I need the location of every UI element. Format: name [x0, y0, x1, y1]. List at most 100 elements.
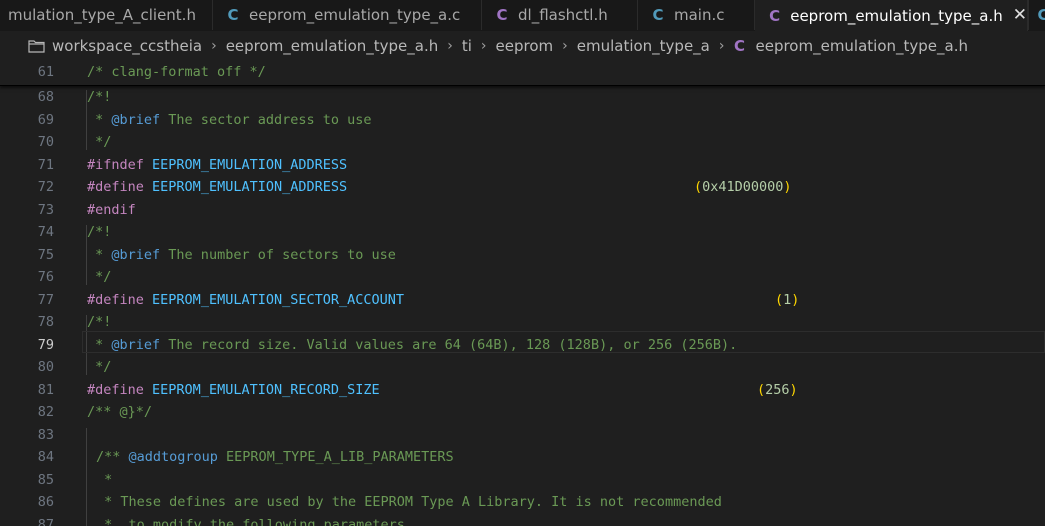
tab-eeprom-emulation-type-a-c[interactable]: C eeprom_emulation_type_a.c — [213, 0, 482, 30]
breadcrumb-item-file-root[interactable]: eeprom_emulation_type_a.h — [226, 37, 439, 55]
line-number: 70 — [37, 134, 54, 150]
code-line-68[interactable]: 68 /*! — [0, 85, 1045, 108]
line-number: 82 — [37, 404, 54, 420]
code-line-85[interactable]: 85 * — [0, 468, 1045, 491]
breadcrumb-item-ti[interactable]: ti — [462, 37, 472, 55]
doc-tag: @addtogroup — [128, 449, 218, 465]
tab-emulation-type-a-client-h[interactable]: mulation_type_A_client.h — [0, 0, 213, 30]
comment-text: /** @}*/ — [87, 404, 153, 420]
code-line-72[interactable]: 72 #define EEPROM_EMULATION_ADDRESS (0x4… — [0, 175, 1045, 198]
code-content: #define EEPROM_EMULATION_ADDRESS — [87, 179, 347, 195]
tab-dl-flashctl-h[interactable]: C dl_flashctl.h — [482, 0, 638, 30]
code-line-71[interactable]: 71 #ifndef EEPROM_EMULATION_ADDRESS — [0, 153, 1045, 176]
doc-tag: @brief — [111, 246, 161, 263]
c-header-icon: C — [496, 6, 508, 24]
code-editor[interactable]: 61 /* clang-format off */ 68 /*! 69 * @b… — [0, 61, 1045, 526]
tab-main-c[interactable]: C main.c — [638, 0, 755, 30]
line-number: 72 — [37, 179, 54, 195]
line-number: 76 — [37, 269, 54, 285]
macro-name: EEPROM_EMULATION_ADDRESS — [152, 156, 348, 173]
breadcrumb: workspace_ccstheia › eeprom_emulation_ty… — [0, 31, 1045, 61]
code-line-78[interactable]: 78 /*! — [0, 310, 1045, 333]
line-number: 75 — [37, 246, 54, 263]
line-number: 77 — [37, 291, 54, 308]
directive: #define — [87, 179, 144, 195]
line-number: 81 — [37, 381, 54, 398]
code-line-76[interactable]: 76 */ — [0, 265, 1045, 288]
comment-text: The record size. Valid values are 64 (64… — [160, 336, 738, 353]
comment-text: /*! — [87, 89, 112, 105]
c-file-icon: C — [652, 6, 664, 24]
c-header-icon: C — [769, 6, 781, 25]
code-line-75[interactable]: 75 * @brief The number of sectors to use — [0, 243, 1045, 266]
folder-icon — [28, 40, 45, 53]
line-number: 61 — [37, 64, 54, 80]
tab-eeprom-emulation-type-a-h[interactable]: C eeprom_emulation_type_a.h ✕ — [755, 0, 1028, 31]
comment-text: * to modify the following parameters — [96, 516, 405, 526]
sticky-scroll-line[interactable]: 61 /* clang-format off */ — [0, 61, 1045, 86]
code-line-69[interactable]: 69 * @brief The sector address to use — [0, 108, 1045, 131]
close-icon[interactable]: ✕ — [1013, 7, 1027, 24]
breadcrumb-item-file[interactable]: eeprom_emulation_type_a.h — [755, 37, 968, 55]
code-line-86[interactable]: 86 * These defines are used by the EEPRO… — [0, 490, 1045, 513]
line-number: 68 — [37, 89, 54, 105]
code-content: * @brief The record size. Valid values a… — [87, 337, 737, 353]
code-content: /** @addtogroup EEPROM_TYPE_A_LIB_PARAME… — [96, 449, 454, 465]
c-header-icon: C — [733, 37, 745, 55]
code-line-84[interactable]: 84 /** @addtogroup EEPROM_TYPE_A_LIB_PAR… — [0, 445, 1045, 468]
c-file-icon: C — [1037, 6, 1045, 24]
comment-text: /*! — [87, 224, 112, 240]
code-content: * @brief The sector address to use — [87, 111, 372, 128]
code-content: #define EEPROM_EMULATION_RECORD_SIZE — [87, 382, 380, 398]
code-line-82[interactable]: 82 /** @}*/ — [0, 400, 1045, 423]
macro-name: EEPROM_EMULATION_RECORD_SIZE — [152, 381, 380, 398]
breadcrumb-item-eeprom[interactable]: eeprom — [496, 37, 554, 55]
line-number: 87 — [37, 516, 54, 526]
comment-text: The sector address to use — [160, 111, 372, 128]
code-line: /* clang-format off */ — [87, 64, 266, 80]
line-number: 73 — [37, 201, 54, 218]
comment-text: */ — [87, 269, 112, 285]
code-line-81[interactable]: 81 #define EEPROM_EMULATION_RECORD_SIZE … — [0, 378, 1045, 401]
comment-text: * — [87, 111, 112, 128]
chevron-right-icon: › — [562, 38, 568, 54]
line-number: 86 — [37, 494, 54, 510]
chevron-right-icon: › — [480, 38, 487, 54]
breadcrumb-item-workspace[interactable]: workspace_ccstheia — [52, 37, 202, 55]
number-literal: 256 — [765, 381, 790, 398]
comment-text: /** — [96, 449, 129, 465]
code-line-70[interactable]: 70 */ — [0, 130, 1045, 153]
code-content: #ifndef EEPROM_EMULATION_ADDRESS — [87, 157, 347, 173]
c-file-icon: C — [227, 6, 239, 24]
code-content: #define EEPROM_EMULATION_SECTOR_ACCOUNT — [87, 292, 404, 308]
macro-name: EEPROM_EMULATION_ADDRESS — [152, 179, 348, 195]
number-literal: 0x41D00000 — [702, 179, 784, 195]
line-number: 74 — [37, 224, 54, 240]
breadcrumb-item-emulation-type-a[interactable]: emulation_type_a — [577, 37, 710, 55]
code-line-74[interactable]: 74 /*! — [0, 220, 1045, 243]
code-line-87[interactable]: 87 * to modify the following parameters — [0, 513, 1045, 526]
comment-text: EEPROM_TYPE_A_LIB_PARAMETERS — [217, 449, 454, 465]
directive: #ifndef — [87, 156, 144, 173]
line-number: 79 — [37, 336, 54, 353]
line-number: 83 — [37, 426, 54, 443]
tab-label: eeprom_emulation_type_a.h — [790, 6, 1003, 25]
comment-text: * — [96, 471, 113, 488]
code-line-73[interactable]: 73 #endif — [0, 198, 1045, 221]
tab-overflow-partial[interactable]: C — [1028, 0, 1045, 30]
code-line-79[interactable]: 79 * @brief The record size. Valid value… — [0, 333, 1045, 356]
comment-text: /*! — [87, 314, 112, 330]
line-number: 71 — [37, 156, 54, 173]
code-line-80[interactable]: 80 */ — [0, 355, 1045, 378]
code-line-83[interactable]: 83 — [0, 423, 1045, 446]
comment-text: */ — [87, 359, 112, 375]
tab-label: main.c — [674, 6, 725, 24]
code-line-77[interactable]: 77 #define EEPROM_EMULATION_SECTOR_ACCOU… — [0, 288, 1045, 311]
chevron-right-icon: › — [718, 38, 725, 54]
chevron-right-icon: › — [211, 38, 217, 54]
line-number: 84 — [37, 449, 54, 465]
line-number: 69 — [37, 111, 54, 128]
doc-tag: @brief — [111, 111, 161, 128]
line-number: 78 — [37, 314, 54, 330]
directive: #define — [87, 381, 144, 398]
